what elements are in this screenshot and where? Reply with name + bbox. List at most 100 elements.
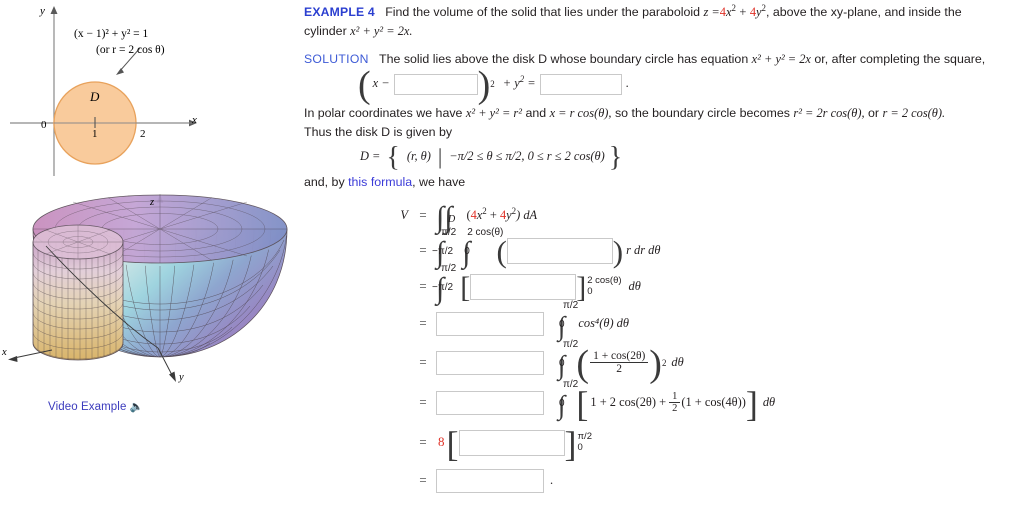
row3-eval-limits: 2 cos(θ) 0 <box>587 275 621 298</box>
eq-sign-8: = <box>419 472 427 487</box>
cylinder-equation: x² + y² = 2x. <box>350 23 413 38</box>
derivation-lhs-v: V <box>400 207 408 222</box>
polar-coordinates-line: In polar coordinates we have x² + y² = r… <box>304 105 1020 123</box>
solid-svg <box>8 194 288 382</box>
answer-box-row-4[interactable] <box>436 311 544 336</box>
callout-arrow-head <box>116 68 124 75</box>
speaker-icon: 🔈 <box>129 401 144 413</box>
derivation-row-4: = ∫ π/2 0 cos⁴(θ) dθ <box>390 300 1020 343</box>
thus-disk-line: Thus the disk D is given by <box>304 124 1020 142</box>
video-example-label: Video Example <box>48 401 127 413</box>
region-label-d: D <box>90 89 100 104</box>
solution-intro-equation: x² + y² = 2x <box>751 51 811 66</box>
disk-condition: −π/2 ≤ θ ≤ π/2, 0 ≤ r ≤ 2 cos(θ) <box>449 148 605 163</box>
circle-equation-line1: (x − 1)² + y² = 1 <box>74 28 149 40</box>
eq-sign-7: = <box>419 434 427 449</box>
row8-period: . <box>550 472 554 487</box>
circle-equation-line2: (or r = 2 cos θ) <box>96 44 165 56</box>
polar-e3: r² = 2r cos(θ), <box>793 105 865 120</box>
figure-column: y x 0 1 2 D (x − 1)² + y² = 1 (or r = 2 … <box>0 0 300 523</box>
row7-coefficient: 8 <box>438 434 445 450</box>
tick-label-one: 1 <box>92 128 98 140</box>
row3-tail: dθ <box>628 278 641 293</box>
x-axis-3d-arrow <box>8 356 18 362</box>
row1-plus: + <box>489 207 497 222</box>
solution-intro-tail: or, after completing the square, <box>814 51 986 66</box>
answer-box-row-3[interactable] <box>470 273 577 300</box>
disk-tuple: (r, θ) <box>406 148 431 163</box>
problem-statement: EXAMPLE 4 Find the volume of the solid t… <box>304 2 1020 22</box>
derivation-block: V = ∫∫ D (4x2 + 4y2) dA = ∫ π/2 −π/2 ∫ 2 cos… <box>390 199 1020 499</box>
row1-differential: ) dA <box>516 207 538 222</box>
solution-intro-text: The solid lies above the disk D whose bo… <box>379 51 749 66</box>
figure-solid-paraboloid: z x y <box>0 180 300 395</box>
problem-text-3: cylinder <box>304 23 347 38</box>
disk-lhs: D = <box>360 148 381 163</box>
eq-sign-6: = <box>419 394 427 409</box>
tick-label-two: 2 <box>140 128 146 140</box>
axis-label-y: y <box>40 5 45 17</box>
cs-mid: + y2 = <box>502 74 536 91</box>
polar-e4: r = 2 cos(θ). <box>882 105 946 120</box>
row5-frac-num: 1 + cos(2θ) <box>590 350 649 364</box>
plus-1: + <box>739 5 747 19</box>
figure-disk-d: y x 0 1 2 D (x − 1)² + y² = 1 (or r = 2 … <box>0 0 300 180</box>
row1-integrand: (4x2 + 4y2) dA <box>466 205 538 222</box>
problem-text-2: , above the xy-plane, and inside the <box>765 5 962 19</box>
cs-lead: x − <box>372 76 390 91</box>
solution-intro: SOLUTION The solid lies above the disk D… <box>304 51 1020 69</box>
disk-d-svg <box>10 6 197 176</box>
equation-z-lhs: z = <box>703 5 720 19</box>
content-column: EXAMPLE 4 Find the volume of the solid t… <box>304 2 1020 519</box>
derivation-row-5: = ∫ π/2 0 ( 1 + cos(2θ) 2 ) 2 dθ <box>390 339 1020 383</box>
derivation-row-7: = 8 [ ] π/2 0 <box>390 423 1020 463</box>
origin-label: 0 <box>41 119 47 131</box>
cs-period: . <box>625 76 629 91</box>
answer-box-complete-square-2[interactable] <box>539 73 622 95</box>
derivation-row-3: = ∫ π/2 −π/2 [ ] 2 cos(θ) 0 dθ <box>390 263 1020 305</box>
exp-2a: 2 <box>731 2 736 13</box>
y-axis-arrow <box>50 6 58 14</box>
row6-fraction: 1 2 <box>669 391 681 415</box>
eq-sign-5: = <box>419 354 427 369</box>
problem-text-1: Find the volume of the solid that lies u… <box>385 5 701 19</box>
answer-box-row-5[interactable] <box>436 350 544 375</box>
answer-box-row-6[interactable] <box>436 390 544 415</box>
answer-box-row-2[interactable] <box>506 237 613 264</box>
axis-label-z: z <box>150 197 155 208</box>
eq-sign-4: = <box>419 315 427 330</box>
row5-frac-den: 2 <box>616 363 623 376</box>
eq-sign-3: = <box>419 278 427 293</box>
axis-label-y-3d: y <box>179 372 184 383</box>
video-example-link[interactable]: Video Example 🔈 <box>48 400 143 413</box>
eq-sign-2: = <box>419 242 427 257</box>
polar-e1: x² + y² = r² <box>465 105 522 120</box>
disk-definition-row: D = { (r, θ) | −π/2 ≤ θ ≤ π/2, 0 ≤ r ≤ 2… <box>360 141 623 173</box>
row6-frac-num: 1 <box>669 391 681 404</box>
row2-tail: r dr dθ <box>626 242 661 257</box>
derivation-row-8: = . <box>390 463 1020 499</box>
axis-label-x-3d: x <box>2 347 7 358</box>
polar-t1: In polar coordinates we have <box>304 105 463 120</box>
row6-frac-den: 2 <box>672 403 678 415</box>
row5-tail: dθ <box>671 354 684 369</box>
cylinder-surface <box>32 241 124 361</box>
row6-inner-b: (1 + cos(4θ)) <box>681 394 746 409</box>
row6-inner-a: 1 + 2 cos(2θ) + <box>590 394 667 409</box>
polar-t3: so the boundary circle becomes <box>614 105 790 120</box>
polar-t4: or <box>868 105 880 120</box>
thus-text: Thus the disk D is given by <box>304 124 453 139</box>
polar-e2: x = r cos(θ), <box>549 105 612 120</box>
complete-square-row: ( x − ) 2 + y2 = . <box>358 64 629 107</box>
eq-sign-1: = <box>419 207 427 222</box>
answer-box-row-8[interactable] <box>436 468 544 493</box>
answer-box-complete-square-1[interactable] <box>393 73 478 95</box>
row6-tail: dθ <box>762 394 776 409</box>
formula-pre: and, by <box>304 174 349 189</box>
polar-t2: and <box>525 105 547 120</box>
cylinder-top-mesh <box>33 225 123 259</box>
formula-link-line: and, by this formula, we have <box>304 174 1020 192</box>
row3-eval-lower: 0 <box>587 285 593 297</box>
this-formula-link[interactable]: this formula <box>348 175 412 189</box>
answer-box-row-7[interactable] <box>458 429 565 456</box>
